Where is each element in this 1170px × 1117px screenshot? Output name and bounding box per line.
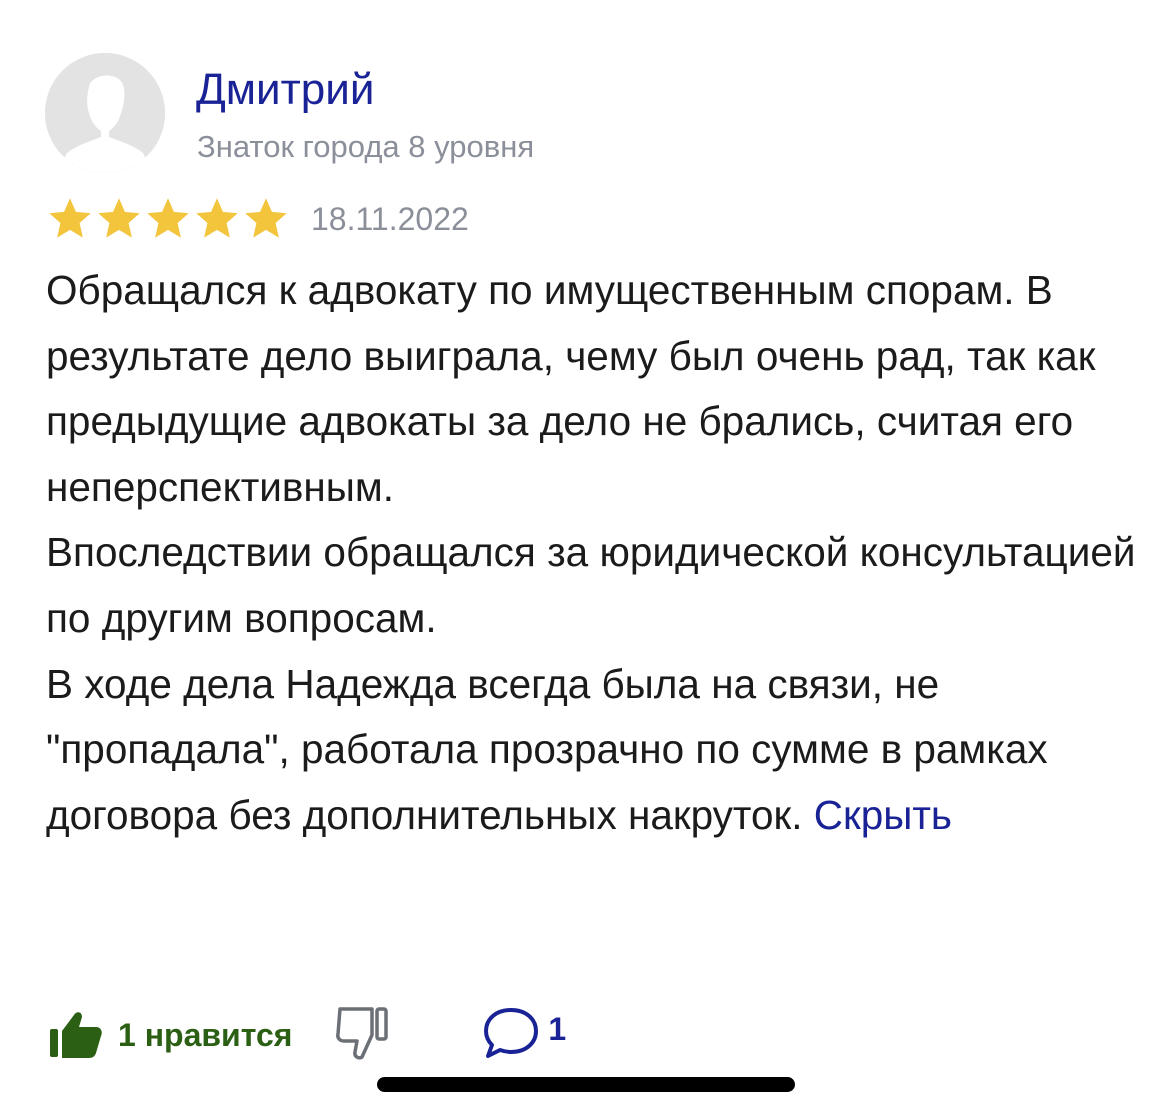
review-paragraph: Впоследствии обращался за юридической ко… — [46, 529, 1136, 641]
comment-count: 1 — [548, 1010, 567, 1047]
star-icon — [194, 196, 240, 242]
review-paragraph: Обращался к адвокату по имущественным сп… — [46, 267, 1096, 510]
review-date: 18.11.2022 — [311, 201, 469, 237]
person-silhouette-icon — [45, 53, 165, 173]
thumbs-down-icon — [334, 1003, 394, 1068]
collapse-link[interactable]: Скрыть — [814, 792, 952, 838]
star-icon — [243, 196, 289, 242]
avatar[interactable] — [45, 53, 165, 173]
comment-bubble-icon — [482, 1004, 540, 1067]
star-icon — [145, 196, 191, 242]
dislike-button[interactable] — [334, 1003, 394, 1068]
rating-row: 18.11.2022 — [47, 196, 469, 242]
star-icon — [96, 196, 142, 242]
review-text: Обращался к адвокату по имущественным сп… — [46, 258, 1146, 848]
star-icon — [47, 196, 93, 242]
author-level: Знаток города 8 уровня — [197, 129, 535, 164]
review-actions: 1 нравится 1 — [48, 1004, 566, 1066]
like-count-label: 1 нравится — [118, 1016, 293, 1053]
like-button[interactable]: 1 нравится — [48, 1005, 292, 1066]
home-indicator[interactable] — [377, 1077, 795, 1092]
comment-button[interactable]: 1 — [482, 1004, 566, 1067]
author-name[interactable]: Дмитрий — [196, 64, 374, 116]
review-paragraph: В ходе дела Надежда всегда была на связи… — [46, 652, 1146, 849]
thumbs-up-icon — [48, 1005, 104, 1066]
rating-stars — [47, 196, 289, 242]
